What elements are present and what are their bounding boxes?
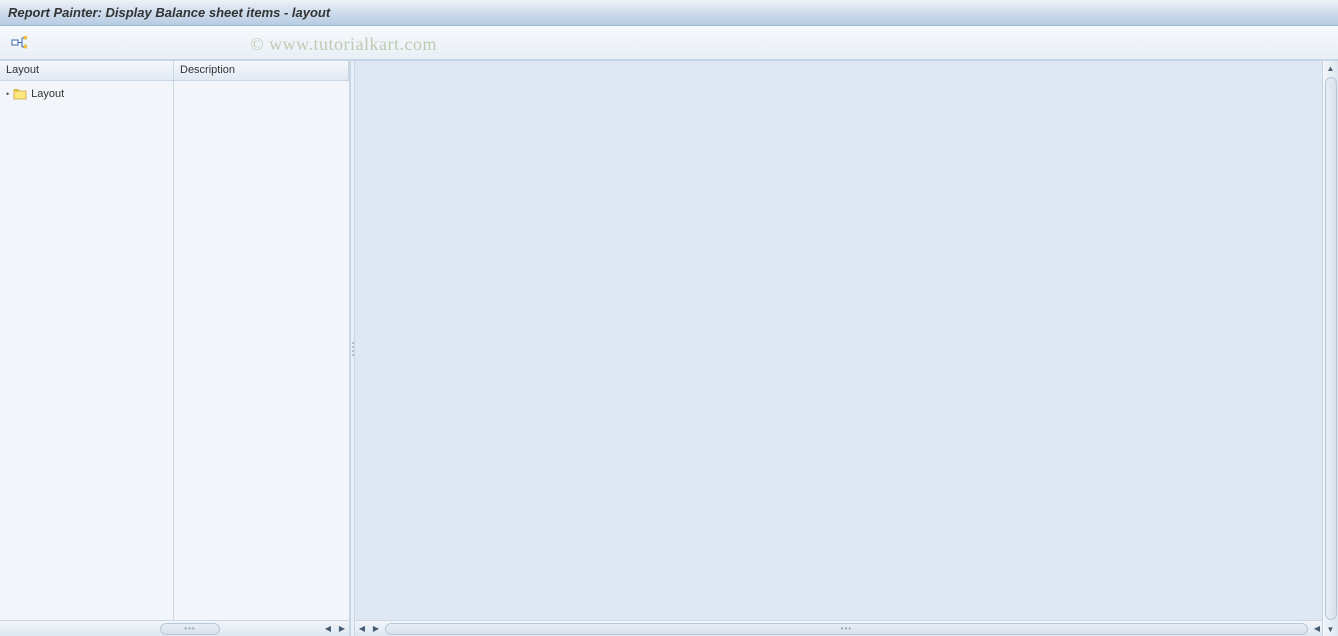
splitter-handle-icon [352,342,354,356]
tree-root-description [180,85,343,103]
left-tree-pane: Layout Description • Layout [0,61,350,636]
window-title-text: Report Painter: Display Balance sheet it… [8,5,330,20]
left-scrollbar-thumb[interactable]: ••• [160,623,220,635]
left-horizontal-scrollbar[interactable]: ••• ◀ ▶ [0,620,349,636]
right-hscroll-right-inner-arrow-icon[interactable]: ▶ [369,622,383,636]
bullet-icon: • [6,89,9,99]
window-title: Report Painter: Display Balance sheet it… [0,0,1338,26]
outer-vscroll-up-arrow-icon[interactable]: ▲ [1324,61,1338,75]
tree-root-item[interactable]: • Layout [6,85,167,103]
tree-body: • Layout [0,81,349,620]
outer-vertical-scrollbar[interactable]: ▲ ▼ [1322,61,1338,636]
right-content-pane: ▲ ▼ ◀ ▶ ••• ◀ ▶ [355,61,1338,636]
tree-header-description[interactable]: Description [174,61,349,80]
tree-column-description [174,81,349,620]
outer-vscroll-thumb[interactable] [1325,77,1337,620]
hierarchy-expand-icon [11,36,27,50]
application-toolbar [0,26,1338,60]
outer-vscroll-down-arrow-icon[interactable]: ▼ [1324,622,1338,636]
right-horizontal-scrollbar[interactable]: ◀ ▶ ••• ◀ ▶ [355,620,1338,636]
tree-header: Layout Description [0,61,349,81]
left-scrollbar-right-arrow-icon[interactable]: ▶ [335,622,349,636]
right-hscroll-left-arrow-icon[interactable]: ◀ [355,622,369,636]
expand-subtree-button[interactable] [8,32,30,54]
right-body: ▲ ▼ [355,61,1338,620]
work-area: Layout Description • Layout [0,60,1338,636]
left-scrollbar-left-arrow-icon[interactable]: ◀ [321,622,335,636]
folder-icon [13,88,27,100]
tree-column-layout: • Layout [0,81,174,620]
right-hscroll-thumb[interactable]: ••• [385,623,1308,635]
tree-header-layout[interactable]: Layout [0,61,174,80]
tree-root-label: Layout [31,88,64,100]
